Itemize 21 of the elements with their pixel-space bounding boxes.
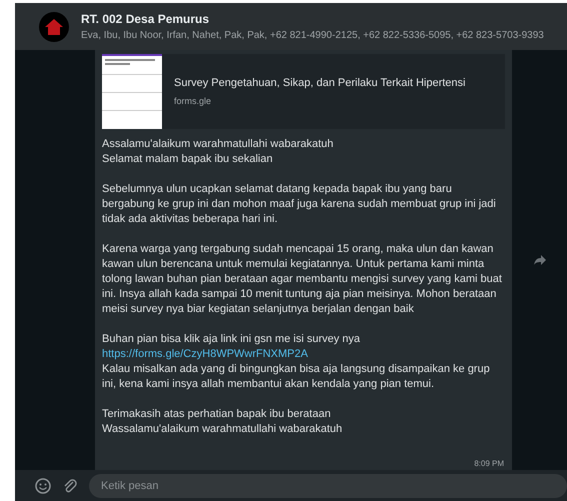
preview-title: Survey Pengetahuan, Sikap, dan Perilaku Terkait Hipertensi bbox=[174, 76, 466, 91]
forward-icon[interactable] bbox=[534, 255, 546, 265]
message-text: Sebelumnya ulun ucapkan selamat datang kepada bapak ibu yang baru bergabung ke grup ini dan mohon maaf juga karena sudah membuat grup ini jadi tidak ada aktivitas beberapa hari ini. bbox=[102, 182, 497, 227]
message-text: Karena warga yang tergabung sudah mencapai 15 orang, maka ulun dan kawan kawan ulun berencana untuk memulai kegiatannya. Untuk pertama kami minta tolong lawan buhan pian berataan agar membantu mengisi survey yang kami buat ini. Insya allah kada sampai 10 menit tuntung aja pian meisinya. Mohon berataan meisi survey nya biar kegiatan selanjutnya berjalan dengan baik bbox=[102, 242, 503, 317]
message-text: Buhan pian bisa klik aja link ini gsn me isi survey nya bbox=[102, 332, 362, 347]
group-members: Eva, Ibu, Ibu Noor, Irfan, Nahet, Pak, Pak, +62 821-4990-2125, +62 822-5336-5095, +62 823-5703-9393 bbox=[81, 29, 544, 43]
message-text: Assalamu'alaikum warahmatullahi wabarakatuh bbox=[102, 137, 334, 152]
message-text: Kalau misalkan ada yang di bingungkan bisa aja langsung disampaikan ke grup ini, kena kami insya allah membantui akan kendala yang pian temui. bbox=[102, 362, 491, 392]
message-input[interactable]: Ketik pesan bbox=[89, 474, 567, 498]
emoji-icon[interactable] bbox=[35, 478, 51, 494]
link-preview[interactable]: Survey Pengetahuan, Sikap, dan Perilaku Terkait Hipertensi forms.gle bbox=[102, 54, 505, 129]
survey-link[interactable]: https://forms.gle/CzyH8WPWwrFNXMP2A bbox=[102, 347, 308, 362]
preview-domain: forms.gle bbox=[174, 94, 212, 108]
message-text: Selamat malam bapak ibu sekalian bbox=[102, 152, 274, 167]
message-text: Terimakasih atas perhatian bapak ibu berataan bbox=[102, 407, 332, 422]
chat-title: RT. 002 Desa Pemurus bbox=[81, 11, 210, 28]
paperclip-icon[interactable] bbox=[63, 478, 77, 494]
message-time: 8:09 PM bbox=[474, 458, 504, 470]
message-text: Wassalamu'alaikum warahmatullahi wabarakatuh bbox=[102, 422, 344, 437]
house-icon bbox=[44, 18, 64, 36]
group-avatar[interactable] bbox=[39, 12, 69, 42]
